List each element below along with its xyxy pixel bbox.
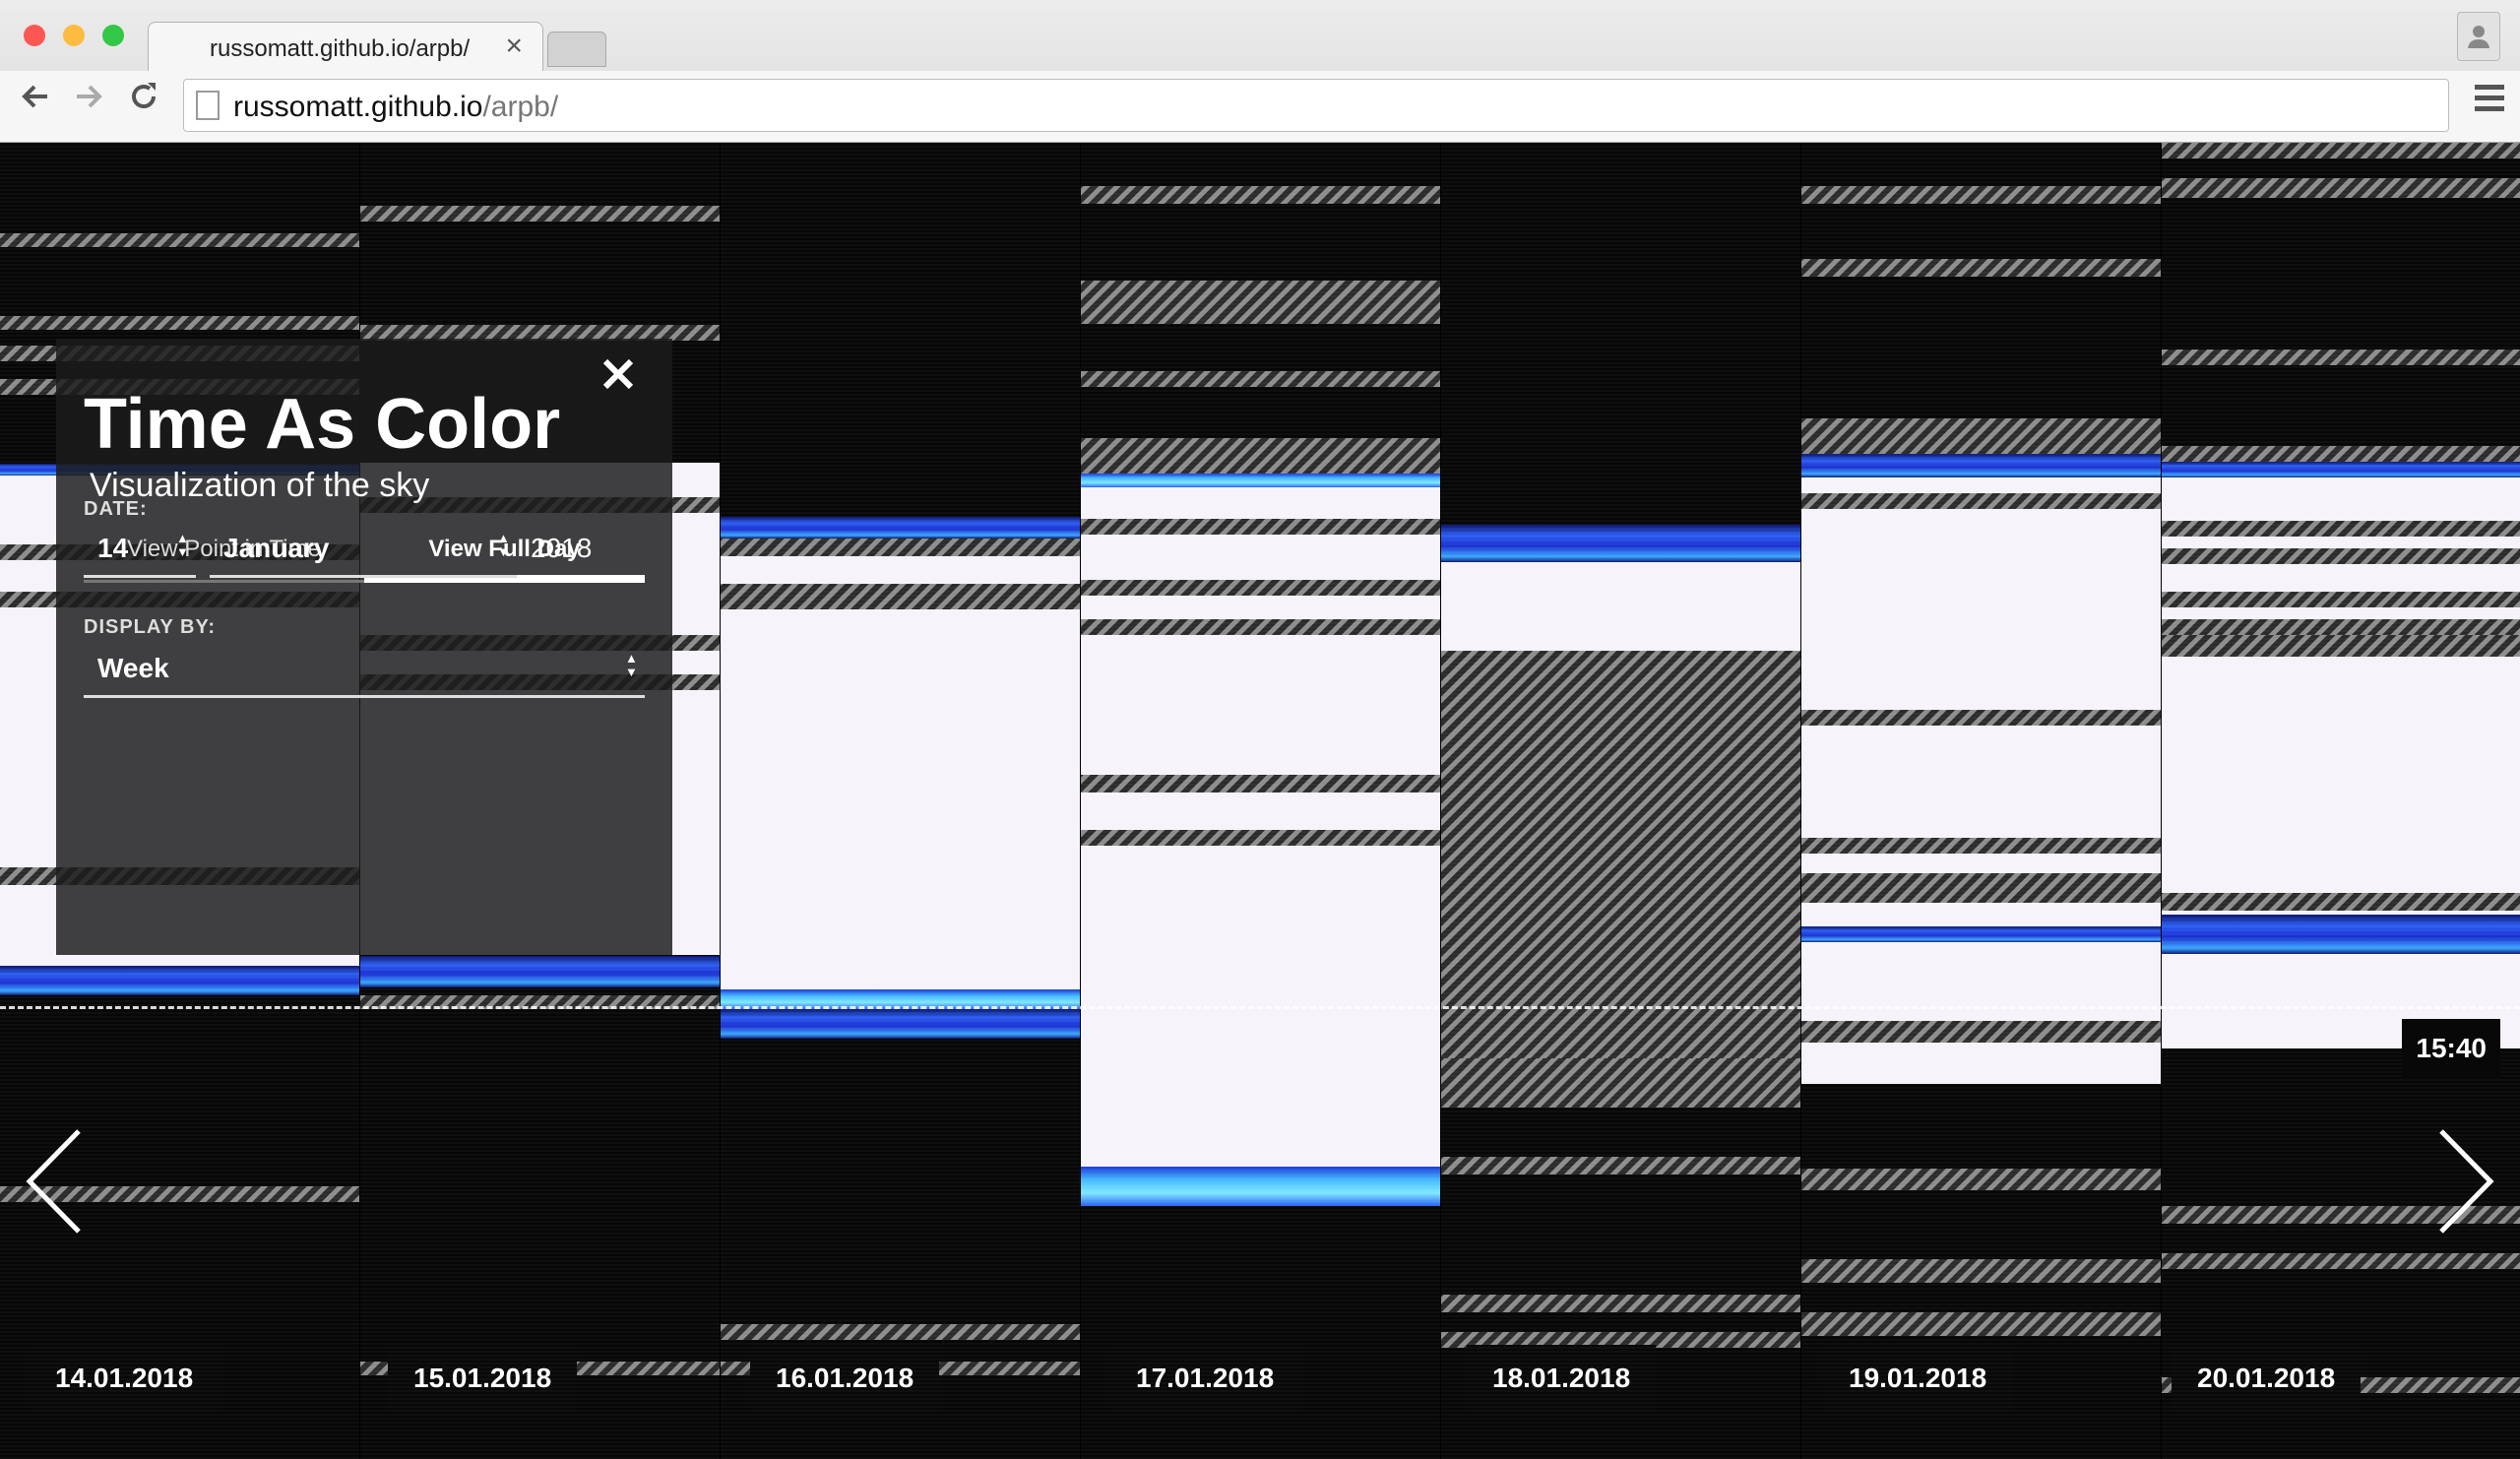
reload-icon[interactable]	[122, 79, 165, 122]
next-week-arrow-icon[interactable]	[2420, 1127, 2498, 1236]
browser-toolbar: russomatt.github.io/arpb/	[0, 71, 2520, 142]
date-label: DATE:	[84, 498, 148, 520]
month-select[interactable]: January ▲ ▼	[210, 522, 517, 578]
previous-week-arrow-icon[interactable]	[22, 1127, 100, 1236]
current-time-line	[0, 1006, 2520, 1009]
url-text: russomatt.github.io/arpb/	[233, 91, 559, 123]
date-label: 18.01.2018	[1467, 1345, 1657, 1412]
stepper-icon: ▲ ▼	[497, 531, 510, 559]
page-title: Time As Color	[84, 385, 561, 464]
year-select[interactable]: 2018	[531, 522, 639, 575]
browser-tab[interactable]: russomatt.github.io/arpb/ ×	[148, 22, 543, 72]
control-panel: Time As Color Visualization of the sky V…	[56, 339, 672, 955]
date-label: 16.01.2018	[750, 1345, 940, 1412]
new-tab-button[interactable]	[547, 32, 606, 67]
tab-title: russomatt.github.io/arpb/	[210, 35, 471, 62]
date-label: 15.01.2018	[388, 1345, 578, 1412]
display-by-select[interactable]: Week ▲ ▼	[84, 642, 645, 698]
back-icon[interactable]	[14, 79, 57, 122]
tab-close-icon[interactable]: ×	[505, 31, 523, 62]
day-column: 20.01.2018	[2162, 143, 2520, 1459]
date-label: 19.01.2018	[1823, 1345, 2013, 1412]
day-column: 17.01.2018	[1081, 143, 1440, 1459]
date-label: 17.01.2018	[1110, 1345, 1300, 1412]
window-close-button[interactable]	[24, 25, 45, 46]
date-label: 20.01.2018	[2172, 1345, 2362, 1412]
address-bar[interactable]: russomatt.github.io/arpb/	[183, 79, 2449, 132]
day-column: 18.01.2018	[1441, 143, 1800, 1459]
stepper-icon: ▲ ▼	[625, 651, 638, 679]
day-column: 16.01.2018	[721, 143, 1080, 1459]
page-icon	[196, 91, 220, 120]
date-label: 14.01.2018	[30, 1345, 220, 1412]
menu-icon[interactable]	[2475, 85, 2504, 117]
browser-chrome: russomatt.github.io/arpb/ × russomatt.gi…	[0, 0, 2520, 143]
close-icon[interactable]	[600, 356, 636, 392]
window-minimize-button[interactable]	[63, 25, 85, 46]
display-by-label: DISPLAY BY:	[84, 616, 216, 638]
window-zoom-button[interactable]	[102, 25, 124, 46]
current-time-label: 15:40	[2402, 1019, 2500, 1078]
forward-icon[interactable]	[67, 79, 110, 122]
day-column: 19.01.2018	[1801, 143, 2161, 1459]
profile-icon[interactable]	[2457, 12, 2500, 61]
stepper-icon: ▲ ▼	[176, 531, 189, 559]
day-select[interactable]: 14 ▲ ▼	[84, 522, 196, 578]
